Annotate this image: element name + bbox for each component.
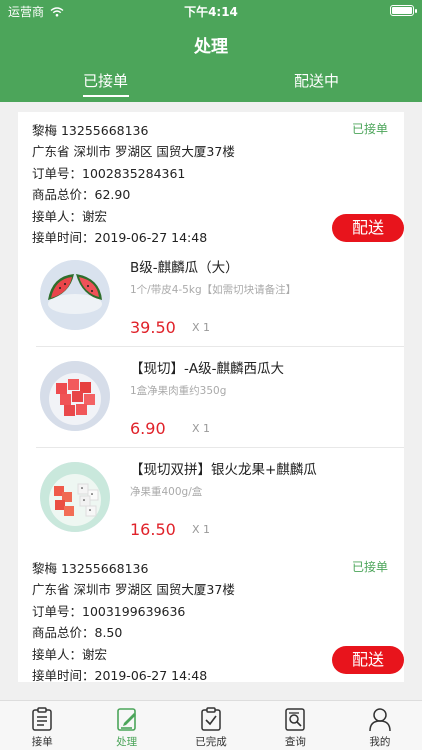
order-address: 广东省 深圳市 罗湖区 国贸大厦37楼	[32, 144, 235, 160]
product-price: 39.50	[130, 318, 176, 337]
tabbar-item-completed[interactable]: 已完成	[169, 701, 253, 750]
product-spec: 1个/带皮4-5kg【如需切块请备注】	[130, 284, 297, 296]
edit-icon	[116, 708, 136, 731]
product-quantity: X 1	[192, 523, 211, 536]
tabbar-label: 我的	[369, 736, 391, 748]
order-contact: 黎梅 13255668136	[32, 561, 149, 576]
page-title: 处理	[194, 37, 228, 57]
order-tabs: 已接单 配送中	[0, 70, 422, 100]
search-document-icon	[285, 708, 306, 731]
tabbar-label: 已完成	[195, 736, 227, 748]
clock: 下午4:14	[184, 5, 238, 19]
battery-level	[392, 7, 412, 14]
top-header: 运营商 下午4:14 处理 已接单 配送中	[0, 0, 422, 102]
tabbar-label: 接单	[31, 736, 53, 748]
order-card[interactable]: 黎梅 13255668136 广东省 深圳市 罗湖区 国贸大厦37楼 订单号：1…	[18, 112, 404, 552]
product-item[interactable]: 【现切双拼】银火龙果+麒麟瓜 净果重400g/盒 16.50 X 1	[36, 448, 404, 549]
deliver-button[interactable]: 配送	[332, 646, 404, 674]
deliver-button[interactable]: 配送	[332, 214, 404, 242]
tab-delivering[interactable]: 配送中	[211, 70, 422, 100]
tabbar-item-process[interactable]: 处理	[84, 701, 168, 750]
order-number: 订单号：1003199639636	[32, 603, 186, 619]
order-contact: 黎梅 13255668136	[32, 123, 149, 138]
tab-accepted[interactable]: 已接单	[0, 70, 211, 100]
product-quantity: X 1	[192, 321, 211, 334]
clipboard-icon	[32, 707, 52, 731]
order-total: 商品总价：62.90	[32, 187, 131, 203]
user-icon	[369, 708, 391, 732]
check-clipboard-icon	[201, 707, 221, 731]
product-list: B级-麒麟瓜（大） 1个/带皮4-5kg【如需切块请备注】 39.50 X 1	[18, 246, 404, 551]
product-name: 【现切】-A级-麒麟西瓜大	[130, 361, 284, 377]
order-status-badge: 已接单	[351, 560, 388, 574]
product-quantity: X 1	[192, 422, 211, 435]
bottom-tab-bar: 接单 处理 已完成 查询 我的	[0, 700, 422, 750]
tabbar-item-accept[interactable]: 接单	[0, 701, 84, 750]
order-card[interactable]: 黎梅 13255668136 广东省 深圳市 罗湖区 国贸大厦37楼 订单号：1…	[18, 550, 404, 683]
tabbar-label: 查询	[284, 736, 306, 748]
watermelon-cubes-image	[40, 361, 110, 431]
watermelon-halves-image	[40, 260, 110, 330]
product-price: 6.90	[130, 419, 166, 438]
product-spec: 1盒净果肉重约350g	[130, 385, 227, 397]
tabbar-item-query[interactable]: 查询	[253, 701, 337, 750]
product-item[interactable]: B级-麒麟瓜（大） 1个/带皮4-5kg【如需切块请备注】 39.50 X 1	[36, 246, 404, 347]
order-address: 广东省 深圳市 罗湖区 国贸大厦37楼	[32, 582, 235, 598]
battery-icon	[390, 5, 417, 16]
product-name: B级-麒麟瓜（大）	[130, 260, 239, 276]
product-price: 16.50	[130, 520, 176, 539]
product-name: 【现切双拼】银火龙果+麒麟瓜	[130, 462, 317, 478]
tabbar-item-mine[interactable]: 我的	[338, 701, 422, 750]
dragonfruit-watermelon-image	[40, 462, 110, 532]
order-number: 订单号：1002835284361	[32, 165, 186, 181]
order-status-badge: 已接单	[351, 122, 388, 136]
product-item[interactable]: 【现切】-A级-麒麟西瓜大 1盒净果肉重约350g 6.90 X 1	[36, 347, 404, 448]
status-bar: 运营商 下午4:14	[0, 0, 422, 22]
product-spec: 净果重400g/盒	[130, 486, 203, 498]
order-total: 商品总价：8.50	[32, 625, 123, 641]
tabbar-label: 处理	[116, 736, 138, 748]
